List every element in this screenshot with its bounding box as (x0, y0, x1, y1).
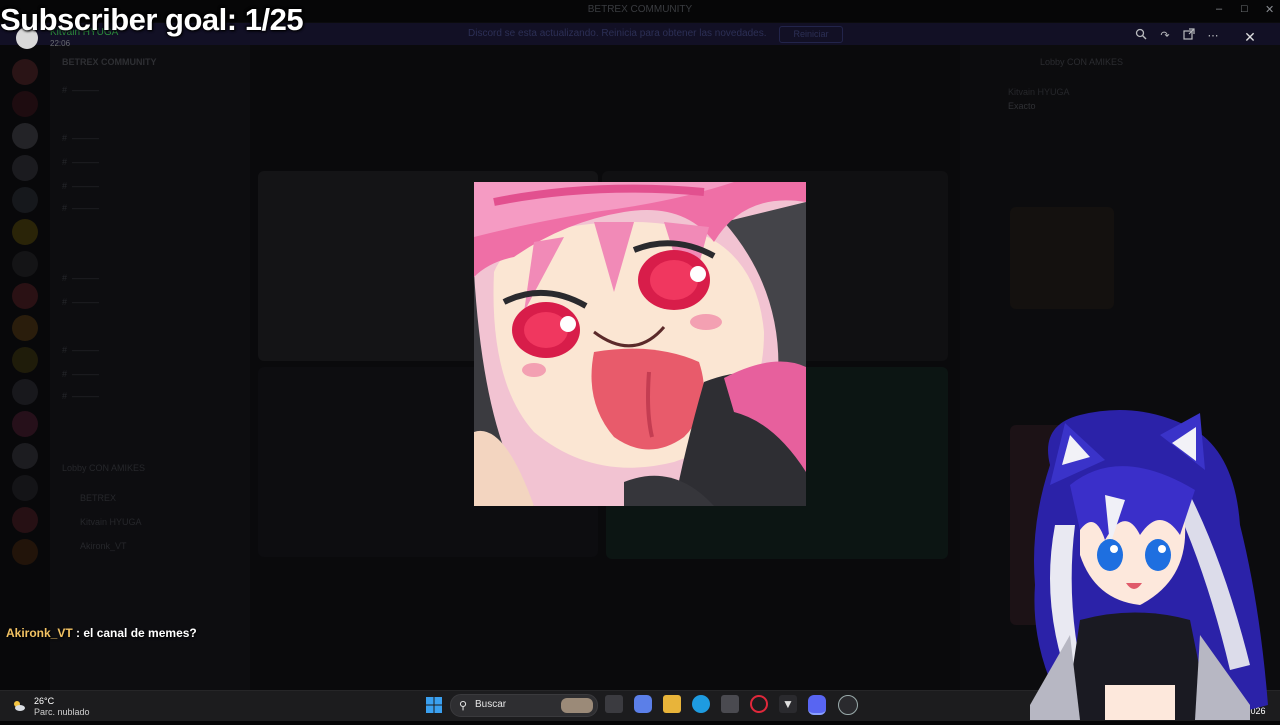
message-image[interactable] (1010, 207, 1114, 309)
banner-restart-button[interactable]: Reiniciar (779, 26, 843, 43)
enlarged-image[interactable] (474, 182, 806, 506)
app-icon[interactable]: ▼ (779, 695, 797, 713)
channel-sidebar: BETREX COMMUNITY # ——— # ——— # ——— # ———… (50, 45, 250, 690)
message-text: Exacto (1008, 101, 1036, 111)
open-external-icon[interactable] (1181, 28, 1197, 44)
search-icon: ⚲ (459, 700, 468, 712)
voice-member: BETREX (80, 493, 117, 503)
panel-title: Lobby CON AMIKES (1040, 57, 1124, 67)
server-icon[interactable] (12, 443, 38, 469)
channel-item[interactable]: # ——— (62, 391, 99, 401)
channel-item[interactable]: # ——— (62, 297, 99, 307)
store-icon[interactable] (721, 695, 739, 713)
channel-item[interactable]: # ——— (62, 203, 99, 213)
app-icon[interactable] (838, 695, 858, 715)
server-icon[interactable] (12, 91, 38, 117)
server-icon[interactable] (12, 347, 38, 373)
server-name[interactable]: BETREX COMMUNITY (62, 57, 157, 67)
server-icon[interactable] (12, 315, 38, 341)
close-icon[interactable]: ✕ (1240, 27, 1260, 47)
copilot-icon[interactable] (634, 695, 652, 713)
channel-item[interactable]: # ——— (62, 85, 99, 95)
channel-item[interactable]: # ——— (62, 133, 99, 143)
server-icon[interactable] (12, 507, 38, 533)
discord-icon[interactable] (808, 695, 826, 715)
weather-icon (14, 701, 25, 711)
vtuber-avatar (1010, 405, 1280, 720)
forward-icon[interactable]: ↷ (1157, 28, 1173, 44)
opera-icon[interactable] (750, 695, 768, 713)
channel-item[interactable]: # ——— (62, 273, 99, 283)
chat-text: el canal de memes? (83, 626, 197, 640)
maximize-icon[interactable]: □ (1241, 3, 1248, 15)
minimize-icon[interactable]: – (1216, 3, 1222, 15)
window-close-icon[interactable]: ✕ (1265, 3, 1274, 16)
weather-temp: 26°C (34, 696, 55, 706)
search-highlight-image (561, 698, 593, 713)
channel-item[interactable]: # ——— (62, 181, 99, 191)
channel-item[interactable]: # ——— (62, 369, 99, 379)
server-rail (0, 45, 50, 690)
server-icon[interactable] (12, 59, 38, 85)
taskbar-search[interactable]: ⚲ Buscar (450, 694, 598, 717)
server-icon[interactable] (12, 411, 38, 437)
chat-username: Akironk_VT (6, 626, 73, 640)
voice-channel-item[interactable]: Lobby CON AMIKES (62, 463, 145, 473)
server-icon[interactable] (12, 475, 38, 501)
subscriber-goal-overlay: Subscriber goal: 1/25 (0, 2, 304, 37)
edge-icon[interactable] (692, 695, 710, 713)
voice-member: Kitvain HYUGA (80, 517, 142, 527)
image-viewer-toolbar: ↷ ⋯ (1133, 28, 1221, 46)
server-icon[interactable] (12, 283, 38, 309)
banner-text: Discord se esta actualizando. Reinicia p… (468, 28, 767, 39)
task-view-icon[interactable] (605, 695, 623, 713)
weather-condition: Parc. nublado (34, 707, 90, 717)
server-icon[interactable] (12, 251, 38, 277)
post-time: 22:06 (50, 39, 71, 48)
windows-start-icon[interactable] (426, 697, 442, 713)
server-icon[interactable] (12, 123, 38, 149)
more-icon[interactable]: ⋯ (1205, 28, 1221, 44)
zoom-icon[interactable] (1133, 28, 1149, 44)
chat-separator: : (72, 626, 84, 640)
server-icon[interactable] (12, 155, 38, 181)
voice-member: Akironk_VT (80, 541, 127, 551)
search-label: Buscar (475, 699, 507, 710)
server-icon[interactable] (12, 187, 38, 213)
server-icon[interactable] (12, 219, 38, 245)
stream-chat-message: Akironk_VT : el canal de memes? (6, 626, 197, 640)
channel-item[interactable]: # ——— (62, 345, 99, 355)
server-icon[interactable] (12, 539, 38, 565)
server-icon[interactable] (12, 379, 38, 405)
channel-item[interactable]: # ——— (62, 157, 99, 167)
message-author[interactable]: Kitvain HYUGA (1008, 87, 1070, 97)
file-explorer-icon[interactable] (663, 695, 681, 713)
